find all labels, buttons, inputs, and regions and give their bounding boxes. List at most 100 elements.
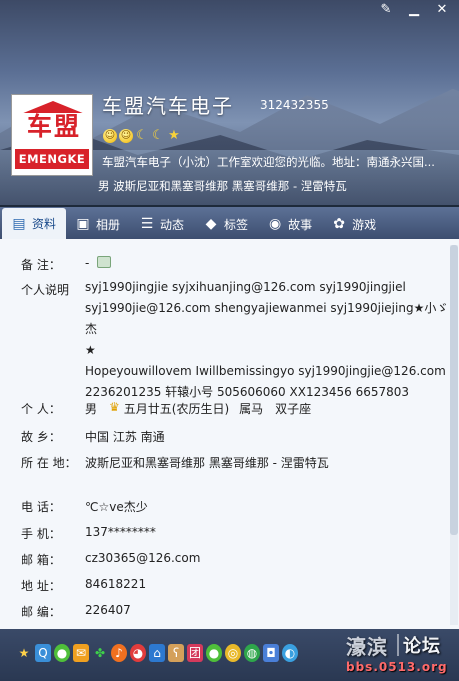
qq-number: 312432355 [260, 98, 329, 112]
bio-line: ★ [85, 343, 96, 357]
mobile-value: 137******** [85, 525, 156, 539]
sun-icon: ☺ [103, 129, 117, 143]
group-icon[interactable]: 团 [187, 644, 203, 662]
mail-icon[interactable]: ✉ [73, 644, 89, 662]
pet-icon[interactable]: ◕ [130, 644, 146, 662]
tag-icon: ◆ [205, 216, 217, 232]
avatar-logo-english: EMENGKE [15, 149, 89, 169]
music-icon[interactable]: ♪ [111, 644, 127, 662]
edit-icon[interactable]: ✎ [375, 2, 397, 18]
profile-tabs: ▤ 资料 ▣ 相册 ☰ 动态 ◆ 标签 ◉ 故事 ✿ 游戏 [0, 207, 459, 239]
bio-label: 个人说明 [21, 283, 70, 297]
bio-line: Hopeyouwillovem Iwillbemissingyo syj1990… [85, 364, 446, 378]
profile-details-panel: 备 注： - 个人说明 syj1990jingjie syjxihuanjing… [0, 239, 459, 629]
tab-label: 标签 [224, 217, 249, 232]
birthday-crown-icon: ♛ [109, 400, 120, 414]
avatar[interactable]: 车盟 EMENGKE [11, 94, 93, 176]
tab-tags[interactable]: ◆ 标签 [194, 209, 258, 239]
clover-icon[interactable]: ✤ [92, 644, 108, 662]
email-row: 邮 箱： cz30365@126.com [21, 551, 200, 568]
moon-icon: ☾ [136, 128, 148, 143]
tab-label: 故事 [288, 217, 313, 232]
close-icon[interactable]: ✕ [431, 2, 453, 18]
email-value[interactable]: cz30365@126.com [85, 551, 200, 568]
postcode-value: 226407 [85, 603, 131, 617]
moon-icon: ☾ [152, 128, 164, 143]
globe-icon[interactable]: ◍ [244, 644, 260, 662]
gender-value: 男 [85, 402, 98, 416]
shortcut-icons: ★ Q ● ✉ ✤ ♪ ◕ ⌂ ʕ 团 ● ◎ ◍ ◘ ◐ [16, 644, 298, 662]
chat-icon[interactable]: ● [54, 644, 70, 662]
apple-icon[interactable]: ● [206, 644, 222, 662]
edit-remark-icon[interactable] [97, 256, 112, 268]
avatar-logo-chinese: 车盟 [26, 112, 81, 141]
tab-profile[interactable]: ▤ 资料 [2, 208, 67, 239]
qzone-icon[interactable]: Q [35, 644, 51, 662]
location-row: 所 在 地： 波斯尼亚和黑塞哥维那 黑塞哥维那 - 涅雷特瓦 [21, 454, 329, 471]
postcode-label: 邮 编： [21, 605, 61, 619]
watermark-forum: 论坛 [403, 636, 441, 657]
location-label: 所 在 地： [21, 456, 77, 470]
feed-icon: ☰ [140, 216, 154, 232]
avatar-logo: 车盟 [16, 101, 90, 141]
tab-label: 动态 [160, 217, 185, 232]
tab-feed[interactable]: ☰ 动态 [130, 209, 194, 239]
profile-summary: 男 波斯尼亚和黑塞哥维那 黑塞哥维那 - 涅雷特瓦 [98, 179, 347, 193]
remark-row: 备 注： - [21, 256, 112, 273]
profile-card-icon: ▤ [12, 215, 26, 232]
personal-label: 个 人： [21, 402, 61, 416]
remark-value: - [85, 256, 90, 270]
watermark-site-name: 濠滨 [346, 635, 388, 659]
email-label: 邮 箱： [21, 553, 61, 567]
mobile-label: 手 机： [21, 527, 61, 541]
personal-row: 个 人： 男 ♛ 五月廿五(农历生日) 属马 双子座 [21, 400, 311, 417]
birthday-value: 五月廿五(农历生日) [123, 402, 230, 416]
camera-icon[interactable]: ◘ [263, 644, 279, 662]
star-icon[interactable]: ★ [16, 644, 32, 662]
star-icon: ★ [168, 128, 180, 143]
game-icon: ✿ [333, 216, 345, 232]
bio-line: syj1990jie@126.com shengyajiewanmei syj1… [85, 301, 449, 336]
bio-line: syj1990jingjie syjxihuanjing@126.com syj… [85, 280, 406, 294]
location-value: 波斯尼亚和黑塞哥维那 黑塞哥维那 - 涅雷特瓦 [85, 456, 329, 470]
mobile-row: 手 机： 137******** [21, 525, 156, 542]
profile-header: ✎ ▁ ✕ 车盟 EMENGKE 车盟汽车电子 312432355 ☺ ☺ ☾ … [0, 0, 459, 205]
nickname: 车盟汽车电子 [102, 94, 234, 118]
tab-label: 资料 [32, 217, 57, 231]
remark-label: 备 注： [21, 258, 61, 272]
address-row: 地 址： 84618221 [21, 577, 146, 594]
phone-row: 电 话： ℃☆ve杰少 [21, 498, 148, 515]
watermark-divider [397, 634, 399, 656]
address-value: 84618221 [85, 577, 147, 591]
tab-label: 游戏 [352, 217, 377, 232]
window-controls: ✎ ▁ ✕ [375, 2, 453, 18]
profile-window: ✎ ▁ ✕ 车盟 EMENGKE 车盟汽车电子 312432355 ☺ ☺ ☾ … [0, 0, 459, 681]
minimize-icon[interactable]: ▁ [403, 2, 425, 18]
bio-row: 个人说明 [21, 281, 85, 298]
photo-album-icon: ▣ [76, 216, 90, 232]
tab-label: 相册 [96, 217, 121, 232]
watermark-url: bbs.0513.org [346, 660, 448, 674]
tab-album[interactable]: ▣ 相册 [66, 209, 130, 239]
hometown-row: 故 乡： 中国 江苏 南通 [21, 428, 165, 445]
tab-story[interactable]: ◉ 故事 [258, 209, 322, 239]
bear-icon[interactable]: ʕ [168, 644, 184, 662]
vertical-scrollbar[interactable] [450, 245, 458, 625]
hometown-value: 中国 江苏 南通 [85, 430, 165, 444]
shop-icon[interactable]: ⌂ [149, 644, 165, 662]
sun-icon: ☺ [119, 129, 133, 143]
personal-signature[interactable]: 车盟汽车电子（小沈）工作室欢迎您的光临。地址：南通永兴国... [102, 154, 452, 170]
zodiac-value: 属马 [239, 402, 264, 416]
address-label: 地 址： [21, 579, 61, 593]
postcode-row: 邮 编： 226407 [21, 603, 131, 620]
phone-label: 电 话： [21, 500, 61, 514]
phone-value: ℃☆ve杰少 [85, 500, 148, 514]
gift-icon[interactable]: ◎ [225, 644, 241, 662]
bio-text: syj1990jingjie syjxihuanjing@126.com syj… [85, 277, 459, 403]
scrollbar-thumb[interactable] [450, 245, 458, 535]
story-icon: ◉ [268, 216, 282, 232]
browser-icon[interactable]: ◐ [282, 644, 298, 662]
level-badges[interactable]: ☺ ☺ ☾ ☾ ★ [103, 129, 181, 143]
tab-games[interactable]: ✿ 游戏 [322, 209, 386, 239]
constellation-value: 双子座 [275, 402, 312, 416]
